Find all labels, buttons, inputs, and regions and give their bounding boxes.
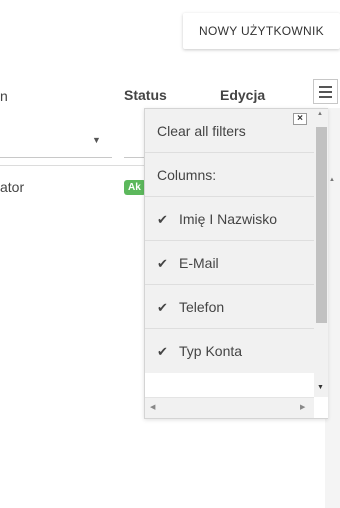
table-cell-text: ator (0, 179, 25, 195)
column-toggle-typ-konta[interactable]: ✔ Typ Konta (145, 329, 314, 373)
column-toggle-label: E-Mail (179, 255, 219, 271)
scroll-left-icon[interactable]: ◀ (150, 403, 155, 411)
column-menu: Clear all filters × Columns: ✔ Imię I Naz… (144, 108, 328, 419)
columns-label: Columns: (157, 167, 217, 183)
column-toggle-telefon[interactable]: ✔ Telefon (145, 285, 314, 329)
row-divider (0, 165, 150, 166)
column-header-name[interactable]: n (0, 88, 8, 104)
column-toggle-email[interactable]: ✔ E-Mail (145, 241, 314, 285)
status-filter-input[interactable] (124, 157, 146, 158)
close-icon[interactable]: × (293, 113, 307, 125)
column-header-status[interactable]: Status (124, 87, 167, 103)
scrollbar-thumb[interactable] (316, 127, 327, 323)
grid-menu-button[interactable] (313, 79, 338, 104)
check-icon: ✔ (157, 300, 168, 315)
check-icon: ✔ (157, 212, 168, 227)
menu-vertical-scrollbar[interactable]: ▲ ▼ (314, 109, 328, 397)
filter-dropdown[interactable] (0, 157, 112, 158)
column-toggle-label: Typ Konta (179, 343, 243, 359)
column-toggle-label: Telefon (179, 299, 225, 315)
chevron-down-icon[interactable]: ▼ (92, 135, 101, 145)
scroll-right-icon[interactable]: ▶ (300, 403, 305, 411)
new-user-button[interactable]: NOWY UŻYTKOWNIK (183, 13, 340, 49)
columns-heading: Columns: (145, 153, 314, 197)
status-badge: Ak (124, 180, 146, 195)
column-toggle-imie-nazwisko[interactable]: ✔ Imię I Nazwisko (145, 197, 314, 241)
clear-filters-item[interactable]: Clear all filters (145, 109, 314, 153)
scroll-down-icon[interactable]: ▼ (317, 384, 324, 391)
column-toggle-label: Imię I Nazwisko (179, 211, 278, 227)
scroll-up-icon[interactable]: ▲ (317, 111, 323, 117)
clear-filters-label: Clear all filters (157, 123, 246, 139)
scrollbar-corner (314, 397, 328, 418)
column-header-edycja[interactable]: Edycja (220, 87, 265, 103)
scroll-up-icon[interactable]: ▲ (329, 177, 335, 183)
check-icon: ✔ (157, 344, 168, 359)
check-icon: ✔ (157, 256, 168, 271)
menu-horizontal-scrollbar[interactable]: ◀ ▶ (145, 397, 314, 418)
